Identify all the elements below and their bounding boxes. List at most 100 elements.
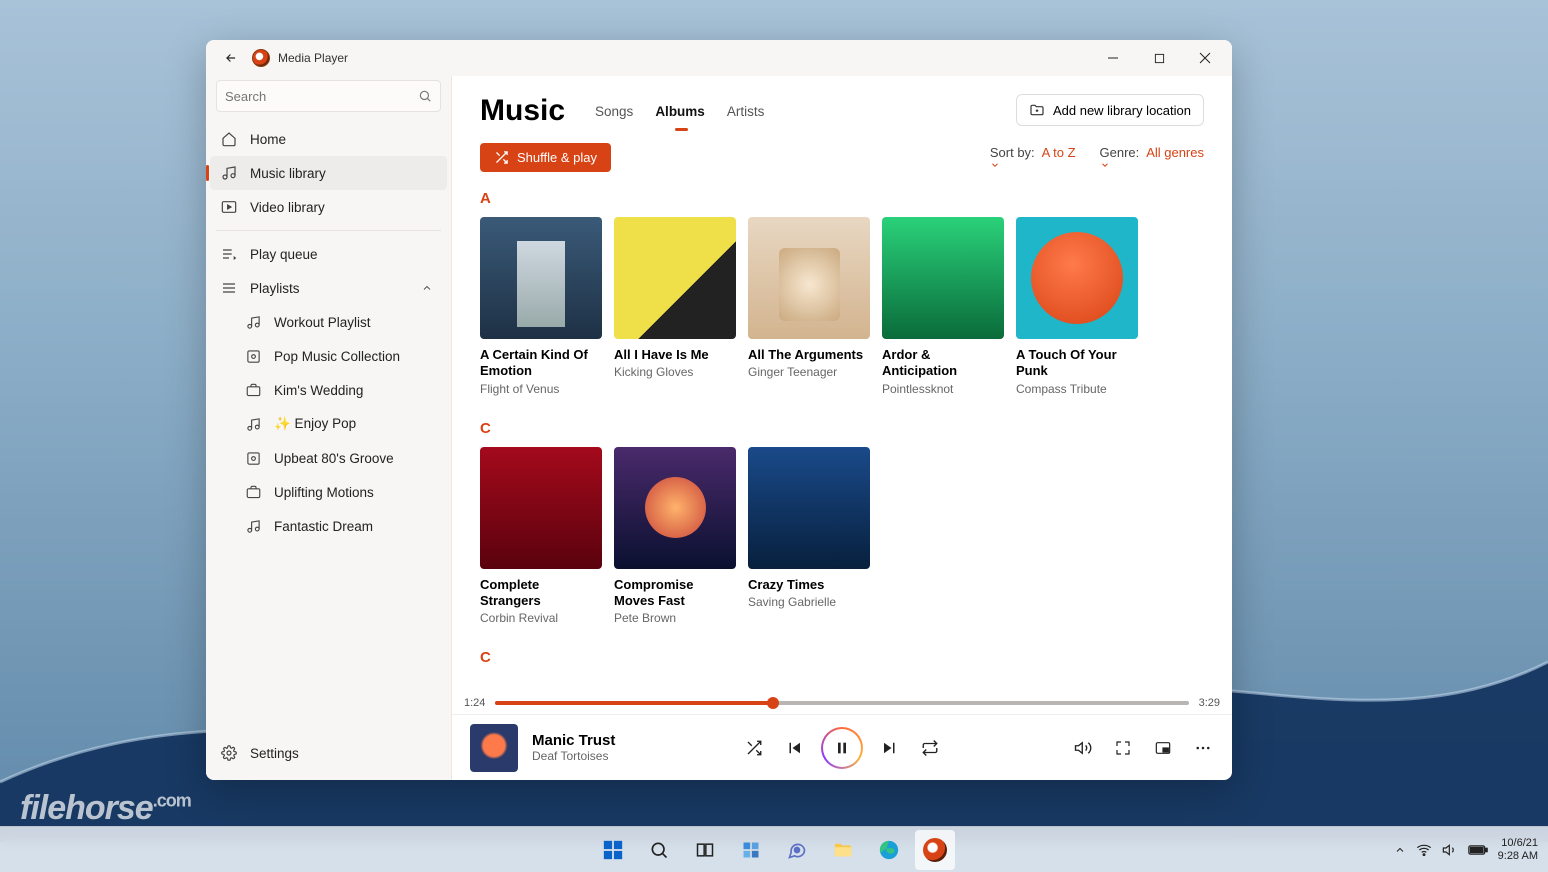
taskbar-start[interactable] bbox=[593, 830, 633, 870]
playlist-item[interactable]: Pop Music Collection bbox=[210, 339, 447, 373]
gear-icon bbox=[220, 745, 238, 761]
now-playing-artist: Deaf Tortoises bbox=[532, 749, 615, 763]
minimize-button[interactable] bbox=[1090, 40, 1136, 76]
add-library-button[interactable]: Add new library location bbox=[1016, 94, 1204, 126]
repeat-button[interactable] bbox=[919, 737, 941, 759]
playlist-label: Upbeat 80's Groove bbox=[274, 451, 394, 466]
section-letter: C bbox=[480, 649, 1204, 666]
sort-dropdown[interactable]: Sort by: A to Z bbox=[990, 145, 1076, 170]
playlist-item[interactable]: ✨ Enjoy Pop bbox=[210, 407, 447, 441]
sidebar-item-label: Music library bbox=[250, 166, 326, 181]
album-art bbox=[614, 217, 736, 339]
album-art bbox=[614, 447, 736, 569]
search-input[interactable] bbox=[225, 89, 418, 104]
album-card[interactable]: A Certain Kind Of Emotion Flight of Venus bbox=[480, 217, 602, 396]
tray-chevron-icon[interactable] bbox=[1394, 844, 1406, 856]
total-time: 3:29 bbox=[1199, 697, 1220, 709]
sidebar: Home Music library Video library Play queu… bbox=[206, 76, 452, 780]
album-title: All I Have Is Me bbox=[614, 347, 736, 363]
volume-button[interactable] bbox=[1072, 737, 1094, 759]
previous-button[interactable] bbox=[783, 737, 805, 759]
tab-artists[interactable]: Artists bbox=[727, 104, 765, 129]
playlist-item[interactable]: Uplifting Motions bbox=[210, 475, 447, 509]
app-title: Media Player bbox=[278, 51, 348, 65]
album-artist: Compass Tribute bbox=[1016, 382, 1138, 396]
sidebar-item-play-queue[interactable]: Play queue bbox=[210, 237, 447, 271]
home-icon bbox=[220, 131, 238, 147]
folder-plus-icon bbox=[1029, 102, 1045, 118]
progress-bar[interactable]: 1:24 3:29 bbox=[452, 692, 1232, 714]
music-library-icon bbox=[220, 165, 238, 181]
tray-wifi-icon[interactable] bbox=[1416, 842, 1432, 858]
taskbar-search[interactable] bbox=[639, 830, 679, 870]
album-card[interactable]: Complete StrangersCorbin Revival bbox=[480, 447, 602, 626]
playlist-item[interactable]: Workout Playlist bbox=[210, 305, 447, 339]
playlists-icon bbox=[220, 280, 238, 296]
taskbar-taskview[interactable] bbox=[685, 830, 725, 870]
tab-albums[interactable]: Albums bbox=[655, 104, 705, 129]
search-icon bbox=[418, 89, 432, 103]
album-card[interactable]: Ardor & AnticipationPointlessknot bbox=[882, 217, 1004, 396]
button-label: Shuffle & play bbox=[517, 150, 597, 165]
album-artist: Corbin Revival bbox=[480, 611, 602, 625]
tab-songs[interactable]: Songs bbox=[595, 104, 633, 129]
sidebar-item-label: Home bbox=[250, 132, 286, 147]
album-card[interactable]: All I Have Is MeKicking Gloves bbox=[614, 217, 736, 396]
album-artist: Pointlessknot bbox=[882, 382, 1004, 396]
sidebar-item-settings[interactable]: Settings bbox=[210, 736, 447, 770]
sidebar-item-home[interactable]: Home bbox=[210, 122, 447, 156]
chevron-up-icon bbox=[421, 282, 433, 294]
more-button[interactable] bbox=[1192, 737, 1214, 759]
album-title: Crazy Times bbox=[748, 577, 870, 593]
genre-dropdown[interactable]: Genre: All genres bbox=[1100, 145, 1204, 170]
fullscreen-button[interactable] bbox=[1112, 737, 1134, 759]
album-card[interactable]: All The ArgumentsGinger Teenager bbox=[748, 217, 870, 396]
main-content: Music SongsAlbumsArtists Add new library… bbox=[452, 76, 1232, 780]
close-button[interactable] bbox=[1182, 40, 1228, 76]
sidebar-item-playlists[interactable]: Playlists bbox=[210, 271, 447, 305]
pause-button[interactable] bbox=[823, 729, 861, 767]
progress-track[interactable] bbox=[495, 701, 1188, 705]
now-playing-art[interactable] bbox=[470, 724, 518, 772]
chevron-down-icon bbox=[1100, 160, 1204, 170]
album-card[interactable]: A Touch Of Your Punk Compass Tribute bbox=[1016, 217, 1138, 396]
album-art bbox=[1016, 217, 1138, 339]
maximize-button[interactable] bbox=[1136, 40, 1182, 76]
player-bar: Manic Trust Deaf Tortoises bbox=[452, 714, 1232, 780]
taskbar-chat[interactable] bbox=[777, 830, 817, 870]
album-artist: Flight of Venus bbox=[480, 382, 602, 396]
sidebar-item-music-library[interactable]: Music library bbox=[210, 156, 447, 190]
tray-volume-icon[interactable] bbox=[1442, 842, 1458, 858]
album-title: A Touch Of Your Punk bbox=[1016, 347, 1138, 380]
shuffle-icon bbox=[494, 150, 509, 165]
section-letter: A bbox=[480, 190, 1204, 207]
playlist-icon bbox=[244, 451, 262, 466]
album-title: Compromise Moves Fast bbox=[614, 577, 736, 610]
playlist-label: Uplifting Motions bbox=[274, 485, 374, 500]
playlist-item[interactable]: Upbeat 80's Groove bbox=[210, 441, 447, 475]
album-art bbox=[882, 217, 1004, 339]
miniplayer-button[interactable] bbox=[1152, 737, 1174, 759]
taskbar-edge[interactable] bbox=[869, 830, 909, 870]
shuffle-button[interactable] bbox=[743, 737, 765, 759]
tray-battery-icon[interactable] bbox=[1468, 844, 1488, 856]
shuffle-play-button[interactable]: Shuffle & play bbox=[480, 143, 611, 172]
playlist-icon bbox=[244, 417, 262, 432]
taskbar-widgets[interactable] bbox=[731, 830, 771, 870]
back-button[interactable] bbox=[218, 45, 244, 71]
tray-clock[interactable]: 10/6/21 9:28 AM bbox=[1498, 837, 1538, 861]
taskbar-media-player[interactable] bbox=[915, 830, 955, 870]
album-card[interactable]: Crazy TimesSaving Gabrielle bbox=[748, 447, 870, 626]
search-box[interactable] bbox=[216, 80, 441, 112]
album-card[interactable]: Compromise Moves FastPete Brown bbox=[614, 447, 736, 626]
chevron-down-icon bbox=[990, 160, 1076, 170]
playlist-item[interactable]: Fantastic Dream bbox=[210, 509, 447, 543]
scroll-area[interactable]: A A Certain Kind Of Emotion Flight of Venu… bbox=[452, 186, 1232, 692]
album-title: A Certain Kind Of Emotion bbox=[480, 347, 602, 380]
taskbar-explorer[interactable] bbox=[823, 830, 863, 870]
app-window: Media Player Home Music library Video libr… bbox=[206, 40, 1232, 780]
app-icon bbox=[252, 49, 270, 67]
next-button[interactable] bbox=[879, 737, 901, 759]
playlist-item[interactable]: Kim's Wedding bbox=[210, 373, 447, 407]
sidebar-item-video-library[interactable]: Video library bbox=[210, 190, 447, 224]
